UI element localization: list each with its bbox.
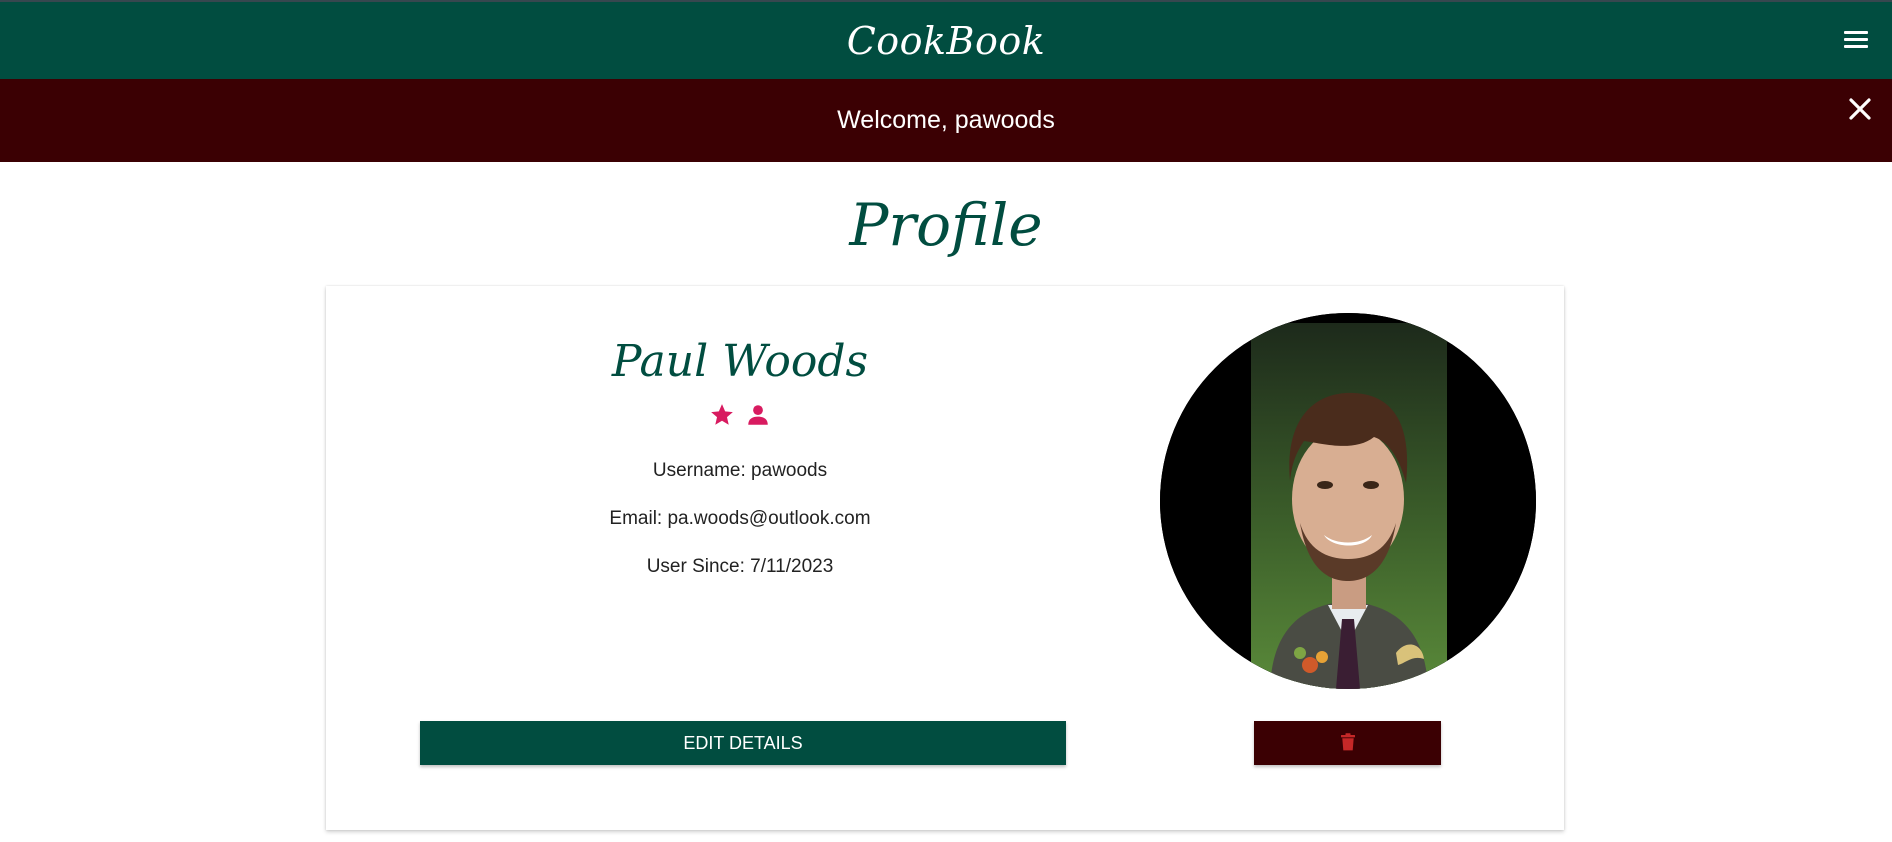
close-icon[interactable] [1844, 93, 1876, 125]
profile-card: Paul Woods Username: pawoods Email: pa.w… [326, 286, 1564, 830]
person-icon [745, 402, 771, 428]
brand-logo[interactable]: CookBook [847, 19, 1046, 63]
flash-message-bar: Welcome, pawoods [0, 79, 1892, 162]
user-since-text: User Since: 7/11/2023 [646, 556, 834, 577]
delete-profile-button[interactable] [1254, 721, 1441, 765]
flash-message-text: Welcome, pawoods [837, 106, 1055, 134]
username-text: Username: pawoods [652, 460, 828, 481]
profile-name: Paul Woods [611, 336, 869, 387]
navbar: CookBook [0, 2, 1892, 79]
edit-details-button[interactable]: EDIT DETAILS [420, 721, 1066, 765]
trash-icon [1340, 732, 1356, 754]
email-text: Email: pa.woods@outlook.com [609, 508, 871, 529]
menu-icon[interactable] [1844, 31, 1868, 51]
page-title: Profile [849, 191, 1043, 259]
avatar [1160, 313, 1536, 689]
role-icons [420, 402, 1060, 428]
star-icon [709, 402, 735, 428]
